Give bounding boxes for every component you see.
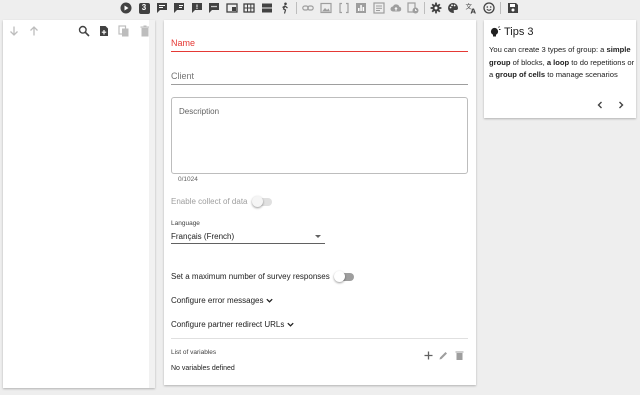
palette-icon[interactable]: [447, 2, 459, 14]
chevron-left-icon: [597, 101, 602, 109]
edit-icon[interactable]: [438, 348, 449, 360]
delete-icon[interactable]: [454, 348, 465, 360]
description-field-label: Description: [179, 107, 220, 116]
variables-title: List of variables: [171, 349, 217, 356]
arrow-down-icon[interactable]: [8, 24, 20, 36]
form-panel: Name Client Description 0/1024 Enable co…: [164, 20, 476, 385]
list-box-icon[interactable]: [373, 2, 385, 14]
tips-title: Tips 3: [504, 26, 534, 38]
gear-icon[interactable]: [430, 2, 442, 14]
bar-chart-icon[interactable]: [355, 2, 367, 14]
link-icon[interactable]: [302, 2, 314, 14]
collect-data-toggle[interactable]: [251, 195, 272, 207]
language-label: Language: [171, 220, 200, 227]
chevron-down-icon: [287, 322, 295, 327]
max-responses-label: Set a maximum number of survey responses: [171, 272, 330, 281]
person-walk-icon[interactable]: [279, 2, 291, 14]
left-panel-scrollbar[interactable]: [149, 20, 155, 388]
tips-body: You can create 3 types of group: a simpl…: [489, 45, 635, 79]
brackets-icon[interactable]: [338, 2, 350, 14]
max-responses-toggle[interactable]: [333, 270, 354, 282]
language-select[interactable]: Français (French): [171, 230, 325, 244]
arrow-up-icon[interactable]: [28, 24, 40, 36]
save-icon[interactable]: [507, 2, 519, 14]
copy-icon[interactable]: [118, 24, 130, 37]
error-messages-expander[interactable]: Configure error messages: [171, 296, 274, 305]
collect-data-label: Enable collect of data: [171, 197, 248, 206]
error-messages-label: Configure error messages: [171, 296, 264, 305]
number-block-icon[interactable]: 3: [138, 2, 150, 14]
chat-dots-icon[interactable]: [208, 2, 220, 14]
left-panel: [3, 20, 155, 388]
search-icon[interactable]: [78, 24, 90, 37]
name-field-label: Name: [171, 38, 196, 48]
collect-data-row: Enable collect of data: [171, 195, 272, 207]
max-responses-row: Set a maximum number of survey responses: [171, 270, 354, 282]
lightbulb-icon: [490, 26, 501, 37]
play-icon[interactable]: [120, 2, 132, 14]
language-select-value: Français (French): [171, 232, 235, 241]
file-add-icon[interactable]: [98, 24, 110, 36]
image-icon[interactable]: [320, 2, 332, 14]
number-block-label: 3: [138, 2, 150, 14]
client-field-label: Client: [171, 71, 195, 81]
redirect-urls-expander[interactable]: Configure partner redirect URLs: [171, 320, 295, 329]
tips-panel: Tips 3 You can create 3 types of group: …: [484, 20, 636, 118]
table-icon[interactable]: [243, 2, 255, 14]
cloud-upload-icon[interactable]: [390, 2, 402, 14]
tips-previous-button[interactable]: [595, 97, 607, 109]
history-icon[interactable]: [407, 2, 419, 14]
top-toolbar: 3 文 A: [0, 0, 640, 16]
client-field[interactable]: [171, 84, 468, 85]
tips-next-button[interactable]: [616, 97, 628, 109]
chat-alert-icon[interactable]: [191, 2, 203, 14]
chat-icon[interactable]: [156, 2, 168, 14]
window-icon[interactable]: [226, 2, 238, 14]
redirect-urls-label: Configure partner redirect URLs: [171, 320, 285, 329]
chevron-down-icon: [266, 298, 274, 303]
svg-text:A: A: [471, 8, 477, 15]
translate-icon[interactable]: 文A: [465, 2, 477, 14]
name-field[interactable]: [171, 51, 468, 52]
face-icon[interactable]: [483, 2, 495, 14]
divider: [171, 338, 468, 339]
chevron-right-icon: [619, 101, 624, 109]
caret-down-icon: [315, 235, 321, 238]
add-icon[interactable]: [423, 348, 434, 360]
description-field[interactable]: Description: [171, 97, 468, 174]
chat-reply-icon[interactable]: [173, 2, 185, 14]
tips-header: Tips 3: [489, 26, 534, 38]
split-layout-icon[interactable]: [261, 2, 273, 14]
variables-empty-text: No variables defined: [171, 365, 235, 372]
description-counter: 0/1024: [178, 176, 198, 183]
